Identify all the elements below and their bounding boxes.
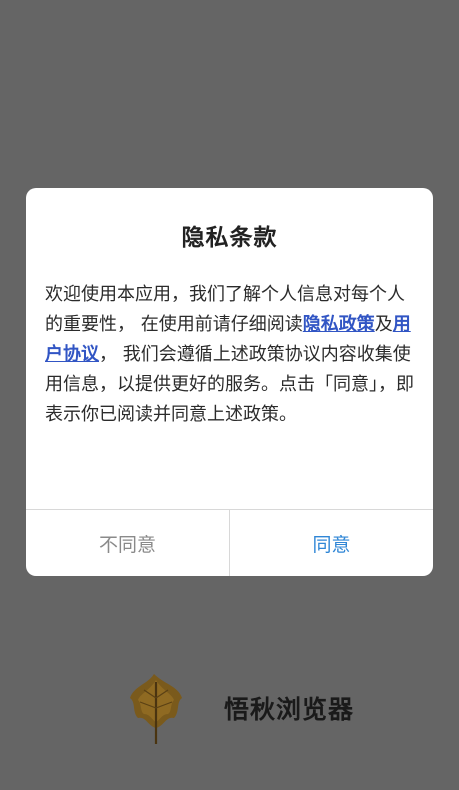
body-text-rest: ， 我们会遵循上述政策协议内容收集使用信息，以提供更好的服务。点击「同意」，即表… <box>45 344 414 425</box>
agree-button[interactable]: 同意 <box>230 510 433 576</box>
dialog-title: 隐私条款 <box>181 225 278 251</box>
privacy-policy-link[interactable]: 隐私政策 <box>303 314 375 335</box>
disagree-button[interactable]: 不同意 <box>26 510 230 576</box>
body-text-connector: 及 <box>374 314 393 335</box>
splash-brand: 悟秋浏览器 <box>0 664 459 754</box>
maple-leaf-icon <box>130 674 182 744</box>
dialog-actions: 不同意 同意 <box>26 509 433 576</box>
privacy-dialog: 隐私条款 欢迎使用本应用，我们了解个人信息对每个人的重要性， 在使用前请仔细阅读… <box>26 188 433 576</box>
app-name: 悟秋浏览器 <box>224 695 355 724</box>
dialog-body: 欢迎使用本应用，我们了解个人信息对每个人的重要性， 在使用前请仔细阅读隐私政策及… <box>45 280 417 430</box>
